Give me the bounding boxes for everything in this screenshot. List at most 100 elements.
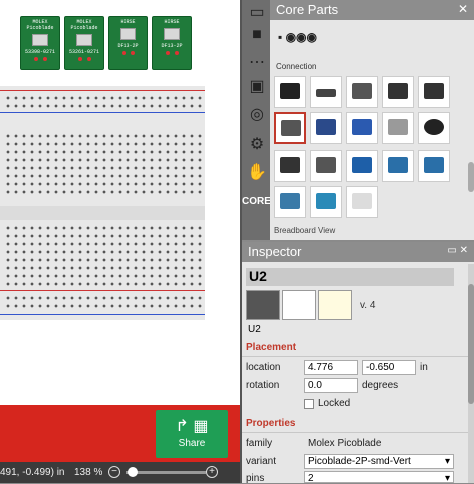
- zoom-slider-handle[interactable]: [128, 467, 138, 477]
- variant-label: variant: [246, 456, 277, 467]
- zoom-in-button[interactable]: +: [206, 466, 218, 478]
- part-tile[interactable]: [418, 112, 450, 144]
- share-button[interactable]: ↱ ▦ Share: [156, 410, 228, 458]
- rotation-label: rotation: [246, 380, 280, 391]
- fritzing-logo: ▪ ◉◉◉: [278, 30, 317, 44]
- locked-label: Locked: [318, 398, 351, 409]
- rail-holes: [4, 94, 204, 110]
- part-tile[interactable]: [346, 112, 378, 144]
- part-tile[interactable]: [382, 150, 414, 182]
- status-bar: 491, -0.499) in 138 % − +: [0, 462, 240, 483]
- part-tile[interactable]: [274, 150, 306, 182]
- section-connection: Connection: [276, 62, 317, 71]
- part-pins: [109, 51, 147, 55]
- part-tile[interactable]: [346, 150, 378, 182]
- rotation-field[interactable]: 0.0: [304, 378, 358, 393]
- parts-panel-title: Core Parts: [276, 2, 339, 17]
- part-tile[interactable]: [310, 150, 342, 182]
- rail-holes-lower: [4, 294, 204, 310]
- part-label[interactable]: U2: [248, 324, 261, 335]
- terminal-holes-upper: [4, 132, 204, 196]
- connector-body: [76, 34, 92, 46]
- schematic-view-image: [282, 290, 316, 320]
- location-unit[interactable]: in: [420, 362, 428, 373]
- power-rail-blue-lower: [0, 314, 205, 315]
- part-tile[interactable]: [274, 186, 306, 218]
- chevron-down-icon: ▾: [444, 473, 450, 484]
- inspector-title: Inspector: [248, 244, 302, 259]
- share-icon: ↱ ▦: [175, 418, 209, 435]
- rotation-unit: degrees: [362, 380, 399, 391]
- location-label: location: [246, 362, 281, 373]
- part-tile[interactable]: [418, 150, 450, 182]
- zoom-slider[interactable]: [126, 471, 206, 474]
- breadboard-canvas[interactable]: MOLEX Picoblade 53398-0271 MOLEX Picobla…: [0, 0, 240, 405]
- inspector-panel: Inspector ▭ ✕ U2 v. 4 U2 Placement locat…: [242, 242, 474, 484]
- family-value: Molex Picoblade: [308, 438, 382, 449]
- part-brand: HIRSE: [164, 19, 180, 25]
- panel-buttons[interactable]: ▭ ✕: [447, 245, 468, 256]
- placement-header[interactable]: Placement: [246, 342, 296, 353]
- part-tile[interactable]: [310, 112, 342, 144]
- inspector-scrollbar[interactable]: [468, 264, 474, 483]
- part-title: U2: [246, 268, 454, 286]
- part-tile[interactable]: [274, 76, 306, 108]
- breadboard-view-image: [246, 290, 280, 320]
- pins-label: pins: [246, 473, 265, 484]
- pcb-view-image: [318, 290, 352, 320]
- properties-header[interactable]: Properties: [246, 418, 295, 429]
- terminal-holes-lower: [4, 224, 204, 288]
- variant-select[interactable]: Picoblade-2P-smd-Vert ▾: [304, 454, 454, 469]
- parts-panel-header: Core Parts ✕: [270, 0, 474, 20]
- inspector-header: Inspector ▭ ✕: [242, 242, 474, 262]
- part-tile[interactable]: [382, 112, 414, 144]
- close-icon[interactable]: ✕: [458, 2, 468, 16]
- variant-value: Picoblade-2P-smd-Vert: [308, 456, 411, 467]
- bin-tab-core[interactable]: CORE: [242, 196, 271, 207]
- parts-scrollbar[interactable]: [468, 162, 474, 192]
- part-tile[interactable]: [346, 76, 378, 108]
- breadboard-channel: [0, 206, 205, 220]
- locked-checkbox[interactable]: [304, 399, 314, 409]
- connector-body: [120, 28, 136, 40]
- family-label: family: [246, 438, 273, 449]
- zoom-level: 138 %: [74, 467, 103, 478]
- part-name: Picoblade: [70, 25, 98, 31]
- chevron-down-icon: ▾: [444, 456, 450, 467]
- bin-tab-fritzing-icon[interactable]: ✋: [247, 162, 267, 182]
- canvas-part-hirose-2[interactable]: HIRSE DF13-2P: [152, 16, 192, 70]
- part-pins: [21, 57, 59, 61]
- bin-tab-processor-icon[interactable]: ▣: [247, 76, 267, 96]
- bin-tab-more-icon[interactable]: ⋯: [247, 52, 267, 72]
- bin-tab-mine-icon[interactable]: ▭: [247, 2, 267, 22]
- power-rail-blue: [0, 112, 205, 113]
- part-number: DF13-2P: [161, 43, 183, 49]
- part-tile[interactable]: [382, 76, 414, 108]
- bin-tab-wireless-icon[interactable]: ◎: [247, 104, 267, 124]
- connector-body: [32, 34, 48, 46]
- part-pins: [65, 57, 103, 61]
- power-rail-red-lower: [0, 290, 205, 291]
- share-label: Share: [178, 438, 206, 449]
- part-number: DF13-2P: [117, 43, 139, 49]
- bin-tab-chip-icon[interactable]: ■: [247, 26, 267, 46]
- canvas-part-molex-2[interactable]: MOLEX Picoblade 53261-0271: [64, 16, 104, 70]
- part-tile-selected[interactable]: [274, 112, 306, 144]
- pins-value: 2: [308, 473, 314, 484]
- location-x-field[interactable]: 4.776: [304, 360, 358, 375]
- zoom-out-button[interactable]: −: [108, 466, 120, 478]
- part-tile[interactable]: [418, 76, 450, 108]
- canvas-part-hirose-1[interactable]: HIRSE DF13-2P: [108, 16, 148, 70]
- part-tile[interactable]: [310, 186, 342, 218]
- power-rail-red: [0, 90, 205, 91]
- location-y-field[interactable]: -0.650: [362, 360, 416, 375]
- part-tile[interactable]: [346, 186, 378, 218]
- part-tile[interactable]: [310, 76, 342, 108]
- bin-tab-tools-icon[interactable]: ⚙: [247, 134, 267, 154]
- pins-select[interactable]: 2 ▾: [304, 471, 454, 484]
- part-number: 53398-0271: [24, 49, 55, 55]
- part-pins: [153, 51, 191, 55]
- part-name: Picoblade: [26, 25, 54, 31]
- section-breadboard-view: Breadboard View: [274, 226, 336, 235]
- canvas-part-molex-1[interactable]: MOLEX Picoblade 53398-0271: [20, 16, 60, 70]
